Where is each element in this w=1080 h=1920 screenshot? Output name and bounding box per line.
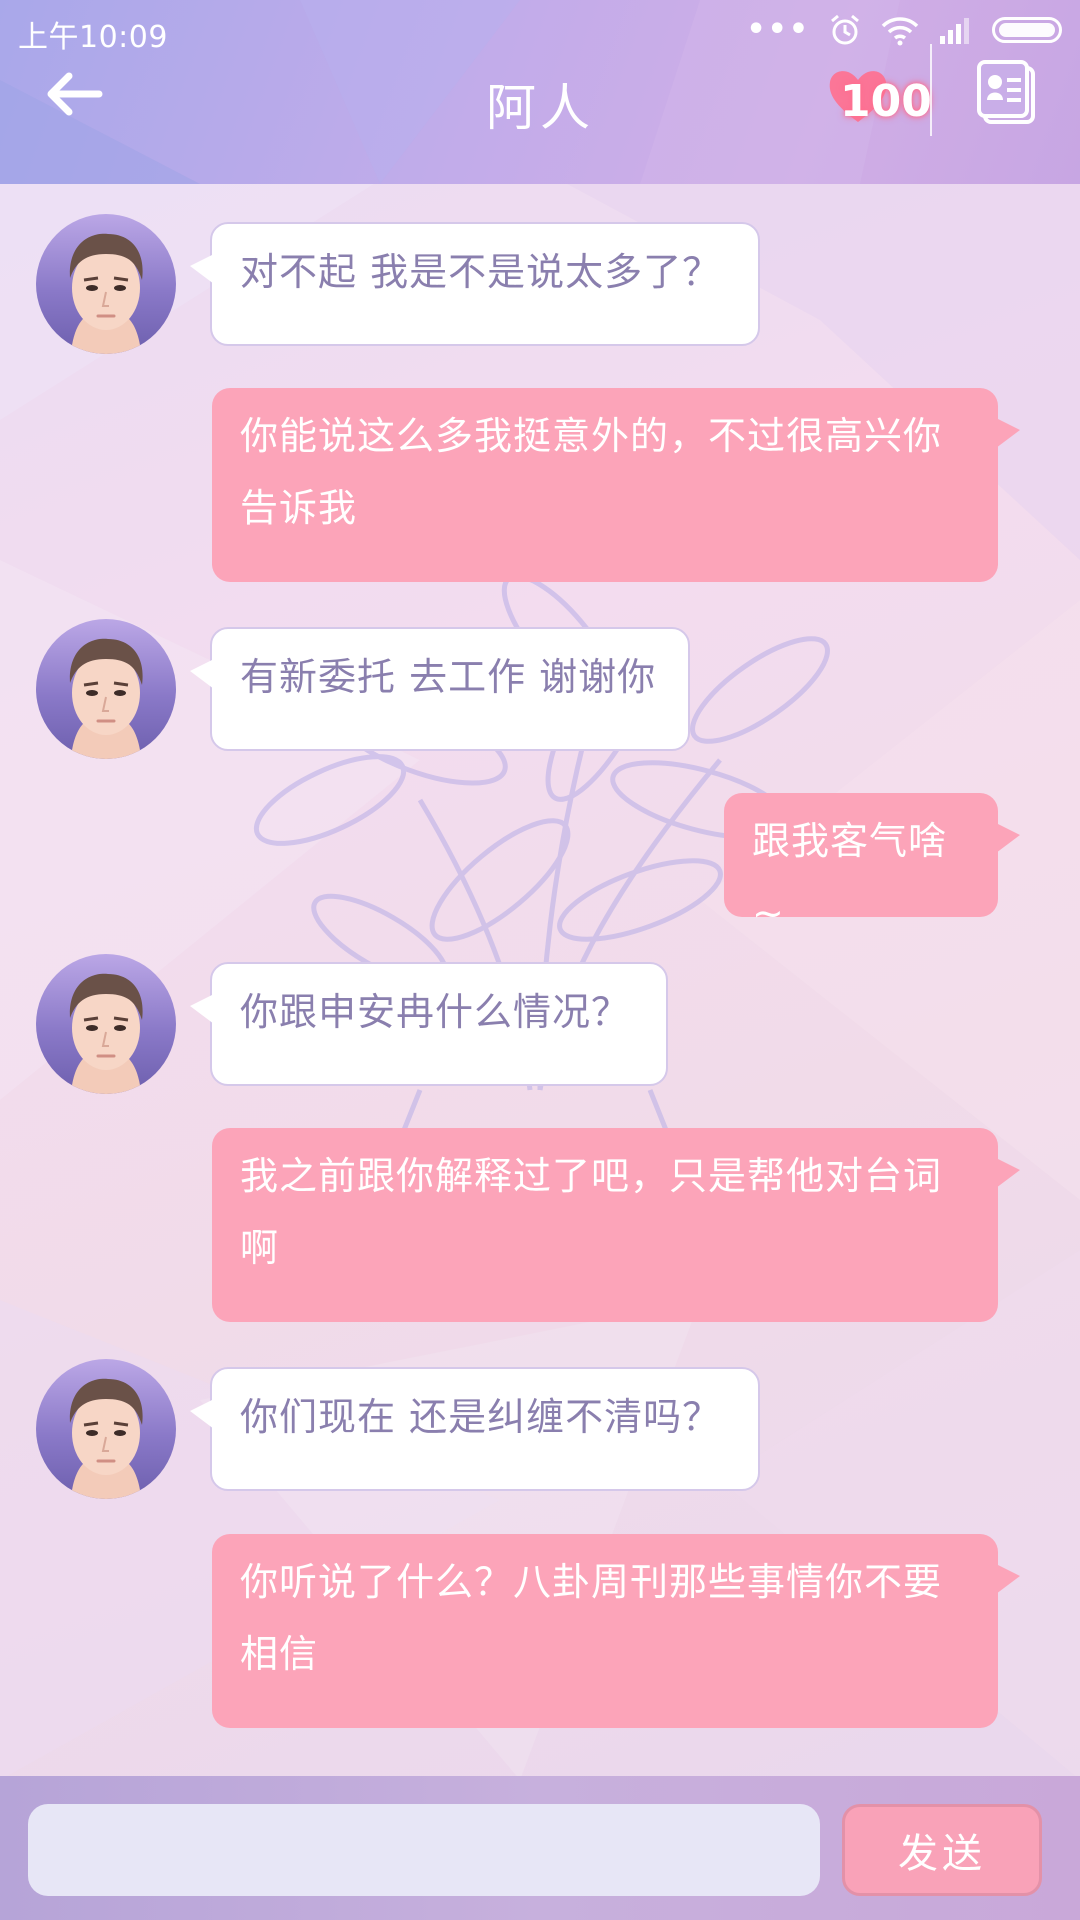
message-text: 你能说这么多我挺意外的，不过很高兴你告诉我 [240, 414, 943, 530]
message-row-outgoing: 我之前跟你解释过了吧，只是帮他对台词啊 [0, 1128, 1080, 1322]
more-dots-icon: ••• [746, 12, 810, 47]
send-button[interactable]: 发送 [842, 1804, 1042, 1896]
outgoing-message-bubble[interactable]: 你听说了什么？八卦周刊那些事情你不要相信 [212, 1534, 1020, 1728]
message-text: 跟我客气啥~ [752, 819, 948, 935]
outgoing-message-bubble[interactable]: 我之前跟你解释过了吧，只是帮他对台词啊 [212, 1128, 1020, 1322]
alarm-icon [831, 14, 859, 45]
wifi-icon [881, 17, 919, 46]
battery-icon [992, 17, 1062, 43]
message-text: 你听说了什么？八卦周刊那些事情你不要相信 [240, 1560, 943, 1676]
status-icons: ••• [746, 12, 1062, 48]
incoming-message-bubble[interactable]: 你跟申安冉什么情况？ [190, 962, 668, 1086]
face-illustration [69, 1378, 143, 1499]
contact-avatar[interactable] [36, 214, 176, 354]
profile-card-button[interactable] [975, 60, 1039, 126]
message-row-incoming: 你跟申安冉什么情况？ [0, 954, 1080, 1094]
message-text: 有新委托 去工作 谢谢你 [240, 655, 657, 699]
message-text: 我之前跟你解释过了吧，只是帮他对台词啊 [240, 1154, 943, 1270]
message-row-incoming: 对不起 我是不是说太多了？ [0, 214, 1080, 354]
chat-list[interactable]: 对不起 我是不是说太多了？ 你能说这么多我挺意外的，不过很高兴你告诉我 有新委托 … [0, 184, 1080, 1776]
affection-badge: 100 [826, 66, 932, 136]
message-text: 对不起 我是不是说太多了？ [240, 250, 722, 294]
contact-card-icon [977, 60, 1035, 124]
affection-value: 100 [840, 76, 932, 127]
face-illustration [69, 638, 143, 759]
status-bar: 上午10:09 ••• [0, 0, 1080, 60]
message-input[interactable] [28, 1804, 820, 1896]
face-illustration [69, 973, 143, 1094]
status-time: 上午10:09 [18, 20, 168, 55]
outgoing-message-bubble[interactable]: 你能说这么多我挺意外的，不过很高兴你告诉我 [212, 388, 1020, 582]
contact-avatar[interactable] [36, 1359, 176, 1499]
incoming-message-bubble[interactable]: 对不起 我是不是说太多了？ [190, 222, 760, 346]
contact-avatar[interactable] [36, 619, 176, 759]
message-row-outgoing: 跟我客气啥~ [0, 793, 1080, 935]
incoming-message-bubble[interactable]: 有新委托 去工作 谢谢你 [190, 627, 690, 751]
contact-avatar[interactable] [36, 954, 176, 1094]
message-row-incoming: 你们现在 还是纠缠不清吗？ [0, 1359, 1080, 1499]
message-text: 你跟申安冉什么情况？ [240, 990, 631, 1034]
signal-icon [940, 18, 969, 44]
app-header: 上午10:09 ••• 阿人 100 [0, 0, 1080, 184]
message-row-incoming: 有新委托 去工作 谢谢你 [0, 619, 1080, 759]
message-row-outgoing: 你听说了什么？八卦周刊那些事情你不要相信 [0, 1534, 1080, 1728]
message-row-outgoing: 你能说这么多我挺意外的，不过很高兴你告诉我 [0, 388, 1080, 582]
incoming-message-bubble[interactable]: 你们现在 还是纠缠不清吗？ [190, 1367, 760, 1491]
face-illustration [69, 233, 143, 354]
header-divider [930, 44, 932, 136]
outgoing-message-bubble[interactable]: 跟我客气啥~ [724, 793, 1020, 935]
input-bar: 发送 [0, 1776, 1080, 1920]
message-text: 你们现在 还是纠缠不清吗？ [240, 1395, 722, 1439]
